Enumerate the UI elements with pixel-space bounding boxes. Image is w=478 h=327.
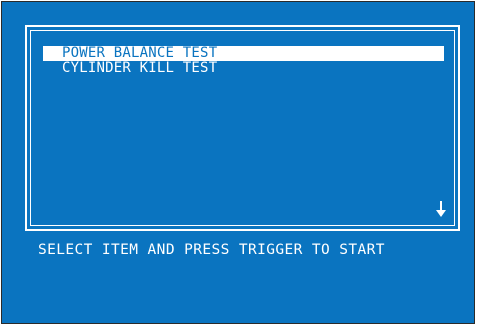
scan-tool-screen: POWER BALANCE TEST CYLINDER KILL TEST SE…	[1, 1, 475, 324]
menu-frame: POWER BALANCE TEST CYLINDER KILL TEST	[25, 25, 460, 231]
menu-item-power-balance-test[interactable]: POWER BALANCE TEST	[43, 46, 444, 61]
menu-list: POWER BALANCE TEST CYLINDER KILL TEST	[43, 46, 444, 76]
instruction-prompt: SELECT ITEM AND PRESS TRIGGER TO START	[38, 242, 385, 258]
menu-inner-border: POWER BALANCE TEST CYLINDER KILL TEST	[30, 30, 455, 226]
menu-item-cylinder-kill-test[interactable]: CYLINDER KILL TEST	[43, 61, 444, 76]
arrow-down-icon	[436, 201, 446, 217]
